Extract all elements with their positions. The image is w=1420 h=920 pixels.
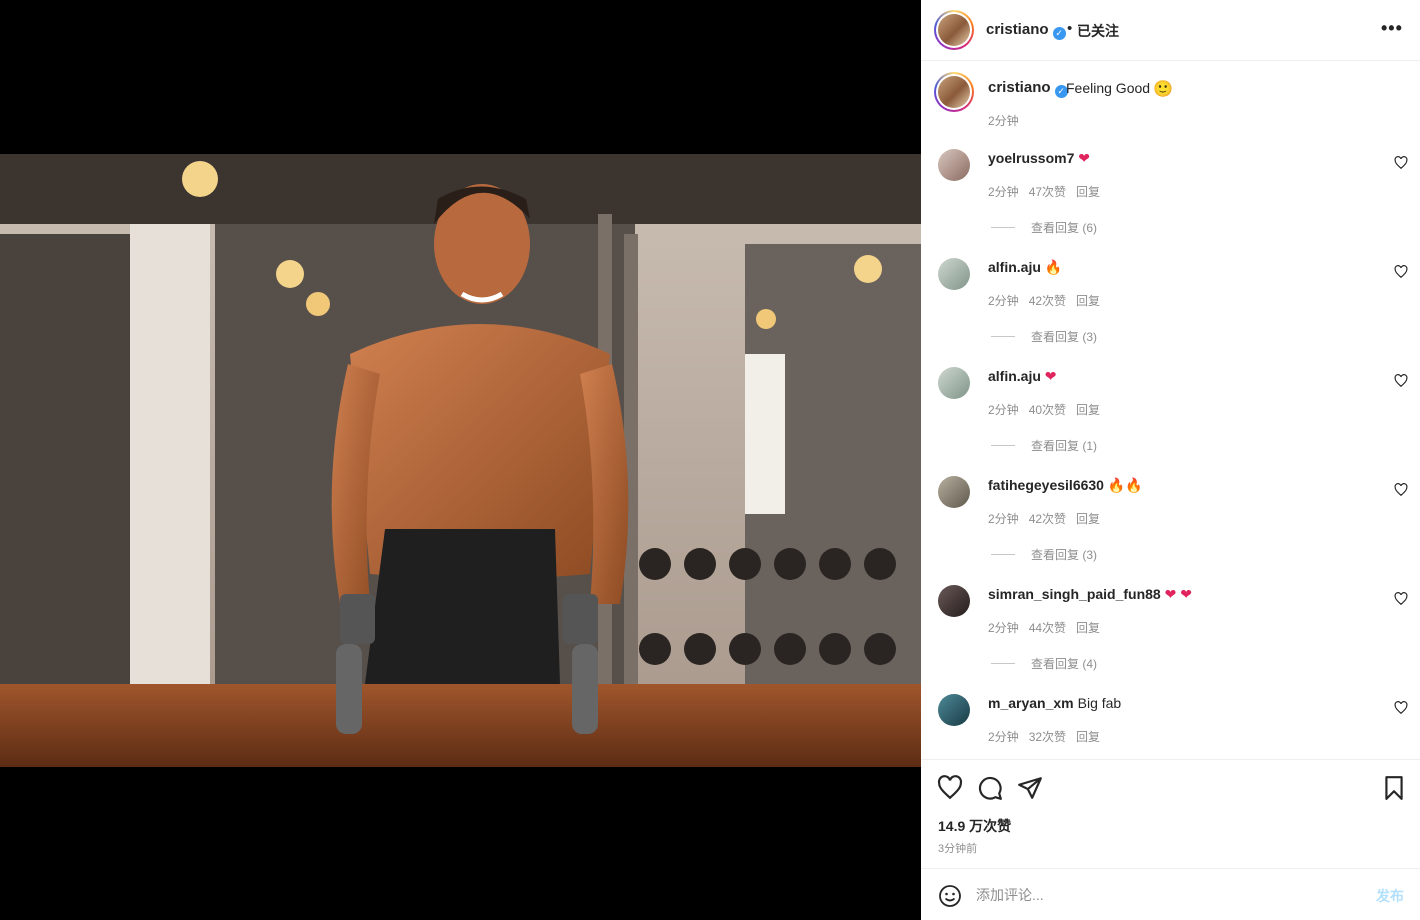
send-icon[interactable] (1017, 775, 1043, 801)
view-replies-button[interactable]: 查看回复 (3) (991, 328, 1097, 345)
comment-heart-icon[interactable] (1394, 483, 1408, 497)
commenter-username[interactable]: simran_singh_paid_fun88 (988, 586, 1161, 602)
reply-button[interactable]: 回复 (1076, 294, 1100, 308)
comment-heart-icon[interactable] (1394, 701, 1408, 715)
comment-time[interactable]: 2分钟 (988, 403, 1019, 417)
reply-button[interactable]: 回复 (1076, 512, 1100, 526)
post-timestamp: 3分钟前 (938, 843, 978, 855)
comment-emoji: 🔥🔥 (1107, 477, 1143, 493)
comment-time[interactable]: 2分钟 (988, 730, 1019, 744)
comment-item: alfin.aju ❤ 2分钟 40次赞 回复 查看回复 (1) (921, 367, 1420, 467)
post-header: cristiano ✓ • 已关注 ••• (921, 0, 1420, 61)
reply-button[interactable]: 回复 (1076, 403, 1100, 417)
commenter-username[interactable]: m_aryan_xm (988, 695, 1074, 711)
comment-emoji: ❤ ❤ (1164, 586, 1192, 602)
comment-likes[interactable]: 42次赞 (1029, 294, 1066, 308)
comment-time[interactable]: 2分钟 (988, 512, 1019, 526)
commenter-avatar[interactable] (938, 694, 970, 726)
reply-button[interactable]: 回复 (1076, 730, 1100, 744)
comment-item: yoelrussom7 ❤ 2分钟 47次赞 回复 查看回复 (6) (921, 149, 1420, 249)
commenter-avatar[interactable] (938, 367, 970, 399)
comment-icon[interactable] (977, 775, 1003, 801)
comment-time[interactable]: 2分钟 (988, 185, 1019, 199)
post-actions: 14.9 万次赞 3分钟前 (921, 759, 1420, 869)
comment-item: alfin.aju 🔥 2分钟 42次赞 回复 查看回复 (3) (921, 258, 1420, 358)
comment-text: Big fab (1077, 695, 1122, 711)
view-replies-label: 查看回复 (4) (1031, 657, 1098, 671)
commenter-avatar[interactable] (938, 476, 970, 508)
reply-button[interactable]: 回复 (1076, 621, 1100, 635)
comment-likes[interactable]: 40次赞 (1029, 403, 1066, 417)
caption-smile-emoji: 🙂 (1153, 81, 1173, 98)
caption-timestamp[interactable]: 2分钟 (988, 112, 1019, 129)
comment-heart-icon[interactable] (1394, 156, 1408, 170)
author-username[interactable]: cristiano (986, 21, 1049, 38)
author-username-header[interactable]: cristiano ✓ (986, 21, 1066, 40)
view-replies-label: 查看回复 (3) (1031, 330, 1098, 344)
commenter-avatar[interactable] (938, 258, 970, 290)
post-media-pane (0, 0, 921, 920)
comment-heart-icon[interactable] (1394, 374, 1408, 388)
comment-likes[interactable]: 47次赞 (1029, 185, 1066, 199)
comment-likes[interactable]: 32次赞 (1029, 730, 1066, 744)
comment-time[interactable]: 2分钟 (988, 621, 1019, 635)
post-photo[interactable] (0, 154, 921, 767)
caption-username-wrap: cristiano ✓ (988, 79, 1068, 98)
reply-button[interactable]: 回复 (1076, 185, 1100, 199)
more-horizontal-icon[interactable]: ••• (1381, 18, 1403, 39)
gym-photo-illustration (0, 154, 921, 767)
heart-icon[interactable] (937, 775, 963, 801)
comment-item: simran_singh_paid_fun88 ❤ ❤ 2分钟 44次赞 回复 查看… (921, 585, 1420, 685)
commenter-username[interactable]: alfin.aju (988, 259, 1041, 275)
caption-avatar[interactable] (934, 72, 974, 112)
following-button[interactable]: 已关注 (1077, 21, 1119, 41)
comment-item: fatihegeyesil6630 🔥🔥 2分钟 42次赞 回复 查看回复 (3) (921, 476, 1420, 576)
view-replies-label: 查看回复 (3) (1031, 548, 1098, 562)
comment-heart-icon[interactable] (1394, 265, 1408, 279)
verified-badge-icon: ✓ (1052, 27, 1066, 40)
view-replies-button[interactable]: 查看回复 (4) (991, 655, 1097, 672)
post-sidebar: cristiano ✓ • 已关注 ••• cristiano ✓ Feelin… (921, 0, 1420, 920)
comment-time[interactable]: 2分钟 (988, 294, 1019, 308)
commenter-username[interactable]: alfin.aju (988, 368, 1041, 384)
comment-composer: 发布 (921, 868, 1420, 920)
comment-likes[interactable]: 44次赞 (1029, 621, 1066, 635)
comment-emoji: ❤ (1078, 150, 1090, 166)
author-avatar[interactable] (934, 10, 974, 50)
view-replies-label: 查看回复 (1) (1031, 439, 1098, 453)
caption-username[interactable]: cristiano (988, 79, 1051, 96)
commenter-username[interactable]: fatihegeyesil6630 (988, 477, 1104, 493)
caption-text: Feeling Good (1066, 80, 1151, 96)
likes-count[interactable]: 14.9 万次赞 (938, 816, 1011, 836)
smiley-icon[interactable] (938, 884, 962, 908)
comment-emoji: 🔥 (1044, 259, 1063, 275)
view-replies-button[interactable]: 查看回复 (6) (991, 219, 1097, 236)
separator-dot: • (1067, 20, 1073, 37)
comment-emoji: ❤ (1044, 368, 1057, 384)
comment-likes[interactable]: 42次赞 (1029, 512, 1066, 526)
bookmark-icon[interactable] (1381, 775, 1407, 801)
comment-heart-icon[interactable] (1394, 592, 1408, 606)
commenter-avatar[interactable] (938, 149, 970, 181)
commenter-username[interactable]: yoelrussom7 (988, 150, 1074, 166)
commenter-avatar[interactable] (938, 585, 970, 617)
view-replies-button[interactable]: 查看回复 (1) (991, 437, 1097, 454)
view-replies-label: 查看回复 (6) (1031, 221, 1098, 235)
post-comment-button[interactable]: 发布 (1376, 886, 1404, 906)
comment-input[interactable] (976, 884, 1356, 906)
view-replies-button[interactable]: 查看回复 (3) (991, 546, 1097, 563)
